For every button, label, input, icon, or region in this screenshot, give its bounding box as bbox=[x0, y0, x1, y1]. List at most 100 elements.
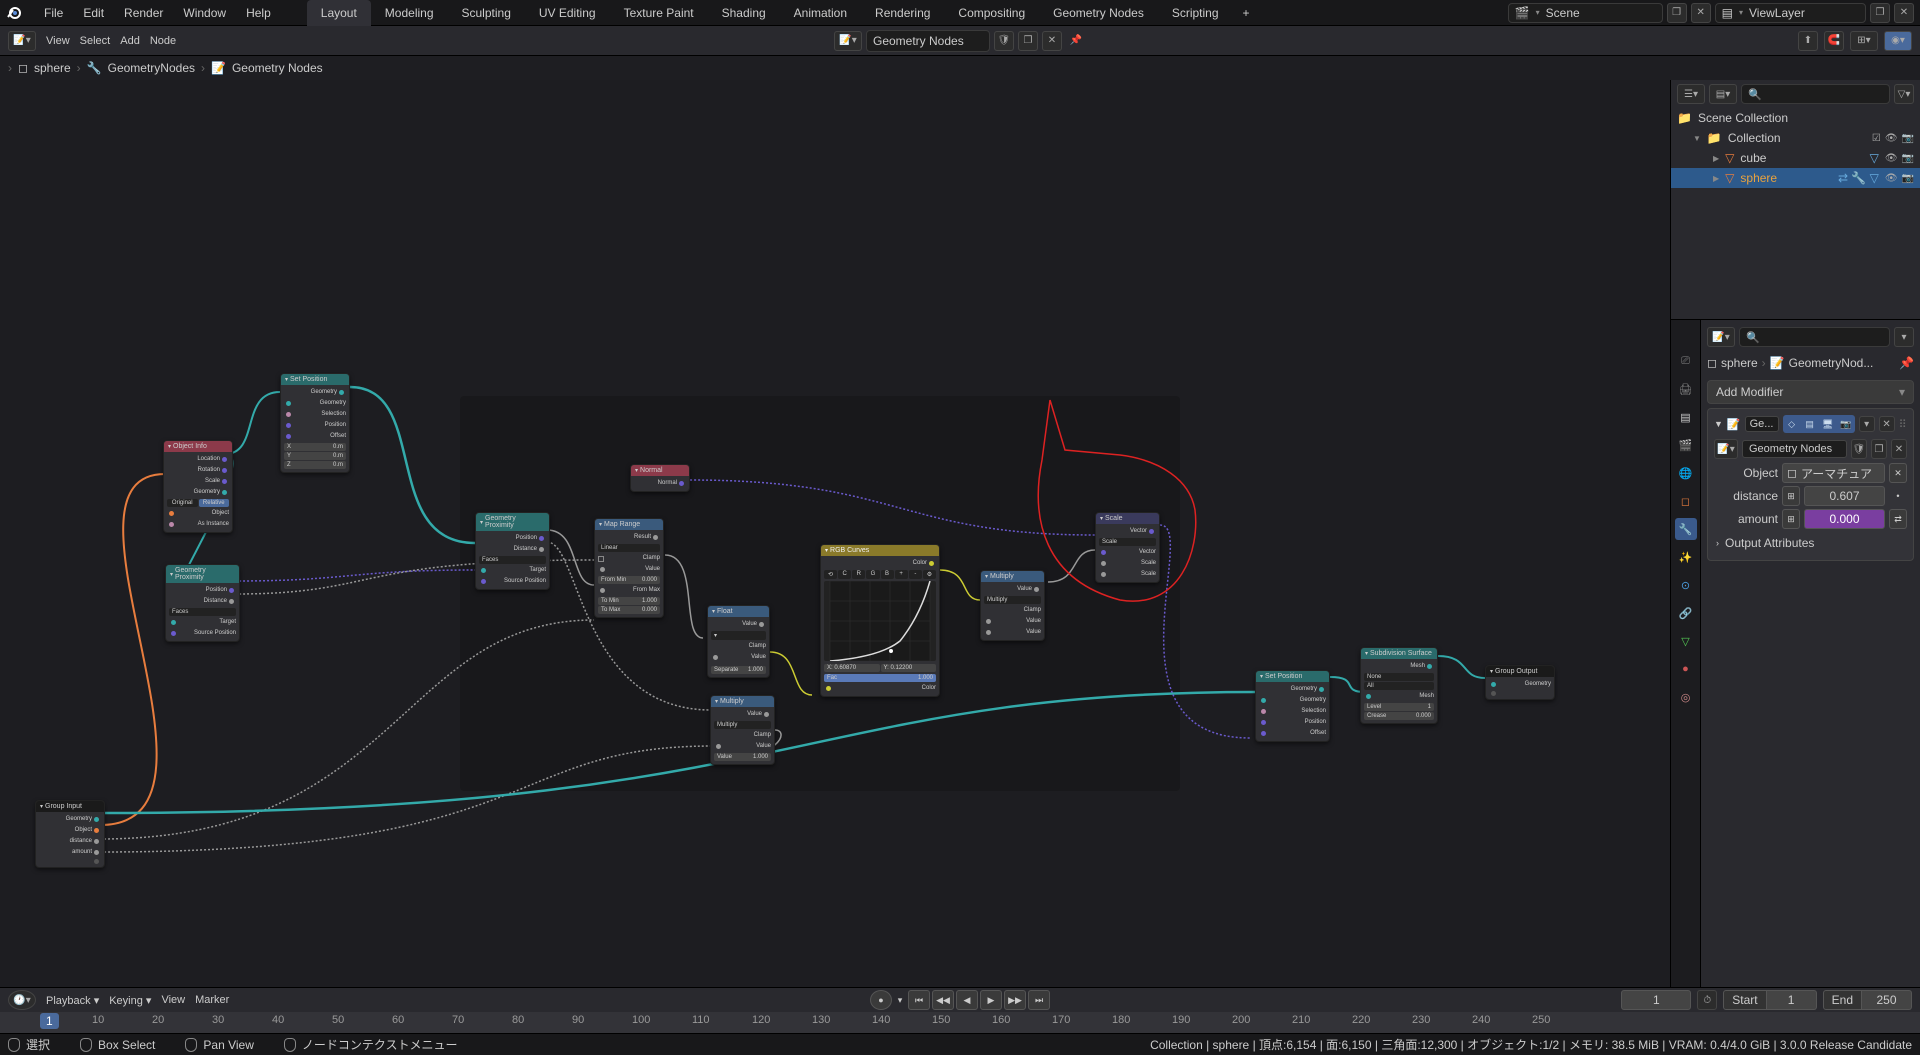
stepper-icon[interactable]: ⊞ bbox=[1782, 486, 1800, 506]
output-attributes-section[interactable]: ›Output Attributes bbox=[1714, 532, 1907, 554]
tab-material[interactable]: ● bbox=[1675, 658, 1697, 680]
node-group-input[interactable]: ▾Group Input Geometry Object distance am… bbox=[35, 800, 105, 868]
scene-selector[interactable]: 🎬▾ bbox=[1508, 3, 1663, 23]
node-tree-field[interactable]: Geometry Nodes bbox=[1742, 440, 1847, 458]
outliner-item-cube[interactable]: ▶ ▽ cube ▽ 👁📷 bbox=[1671, 148, 1920, 168]
breadcrumb-tree[interactable]: Geometry Nodes bbox=[232, 61, 323, 75]
node-subdivision-surface[interactable]: ▾Subdivision Surface Mesh None All Mesh … bbox=[1360, 647, 1438, 724]
outliner-item-sphere[interactable]: ▶ ▽ sphere ⇄ 🔧 ▽ 👁📷 bbox=[1671, 168, 1920, 188]
workspace-tab[interactable]: Shading bbox=[708, 0, 780, 26]
workspace-tab[interactable]: Modeling bbox=[371, 0, 448, 26]
disclosure-triangle-icon[interactable]: ▶ bbox=[1713, 174, 1719, 183]
keying-menu[interactable]: Keying ▾ bbox=[109, 994, 151, 1007]
workspace-tab[interactable]: Compositing bbox=[944, 0, 1039, 26]
node-geometry-proximity[interactable]: ▾Geometry Proximity Position Distance Fa… bbox=[475, 512, 550, 590]
workspace-tab[interactable]: Scripting bbox=[1158, 0, 1233, 26]
node-set-position[interactable]: ▾Set Position Geometry Geometry Selectio… bbox=[1255, 670, 1330, 742]
play-icon[interactable]: ▶ bbox=[980, 990, 1002, 1010]
driver-icon[interactable]: ⇄ bbox=[1889, 509, 1907, 529]
workspace-tab[interactable]: Rendering bbox=[861, 0, 944, 26]
outliner-type-icon[interactable]: ☰▾ bbox=[1677, 84, 1705, 104]
current-frame[interactable]: 1 bbox=[1621, 990, 1691, 1010]
editor-type-selector[interactable]: 📝▾ bbox=[8, 31, 36, 51]
timeline-ruler[interactable]: 1 10203040506070809010011012013014015016… bbox=[0, 1012, 1920, 1033]
amount-value[interactable]: 0.000 bbox=[1804, 509, 1885, 529]
unlink-icon[interactable]: ✕ bbox=[1042, 31, 1062, 51]
end-frame[interactable]: End250 bbox=[1823, 990, 1912, 1010]
menu-render[interactable]: Render bbox=[116, 2, 171, 24]
node-normal[interactable]: ▾Normal Normal bbox=[630, 464, 690, 492]
pin-icon[interactable]: 📌 bbox=[1066, 31, 1086, 51]
tab-view-layer[interactable]: ▤ bbox=[1675, 406, 1697, 428]
snap-options[interactable]: ⊞▾ bbox=[1850, 31, 1878, 51]
menu-file[interactable]: File bbox=[36, 2, 71, 24]
playback-menu[interactable]: Playback ▾ bbox=[46, 994, 99, 1007]
node-group-output[interactable]: ▾Group Output Geometry bbox=[1485, 665, 1555, 700]
node-multiply[interactable]: ▾Multiply Value Multiply Clamp Value Val… bbox=[980, 570, 1045, 641]
stopwatch-icon[interactable]: ⏱ bbox=[1697, 990, 1717, 1010]
view-layer-input[interactable] bbox=[1749, 6, 1859, 20]
node-float[interactable]: ▾Float Value ▾ Clamp Value Separate1.000 bbox=[707, 605, 770, 678]
node-editor[interactable]: ▾Group Input Geometry Object distance am… bbox=[0, 80, 1670, 987]
play-reverse-icon[interactable]: ◀ bbox=[956, 990, 978, 1010]
props-search-input[interactable] bbox=[1760, 331, 1883, 343]
workspace-tab[interactable]: Sculpting bbox=[448, 0, 525, 26]
tab-object[interactable]: ◻ bbox=[1675, 490, 1697, 512]
workspace-tab[interactable]: Texture Paint bbox=[610, 0, 708, 26]
next-key-icon[interactable]: ▶▶ bbox=[1004, 990, 1026, 1010]
delete-scene-icon[interactable]: ✕ bbox=[1691, 3, 1711, 23]
modifier-visibility-toggles[interactable]: ◇ ▤ 🖥 📷 bbox=[1783, 415, 1855, 433]
disclosure-triangle-icon[interactable]: ▼ bbox=[1714, 419, 1723, 429]
view-layer-selector[interactable]: ▤▾ bbox=[1715, 3, 1866, 23]
eye-icon[interactable]: 👁 bbox=[1885, 153, 1898, 164]
modifier-name[interactable]: Ge... bbox=[1745, 416, 1779, 432]
header-select[interactable]: Select bbox=[80, 35, 111, 47]
prev-key-icon[interactable]: ◀◀ bbox=[932, 990, 954, 1010]
timeline-type-icon[interactable]: 🕐▾ bbox=[8, 990, 36, 1010]
delete-layer-icon[interactable]: ✕ bbox=[1894, 3, 1914, 23]
outliner-search[interactable]: 🔍 bbox=[1741, 84, 1890, 104]
camera-icon[interactable]: 📷 bbox=[1902, 153, 1914, 164]
duplicate-icon[interactable]: ❐ bbox=[1871, 439, 1887, 459]
tab-particles[interactable]: ✨ bbox=[1675, 546, 1697, 568]
node-scale[interactable]: ▾Scale Vector Scale Vector Scale Scale bbox=[1095, 512, 1160, 583]
snap-icon[interactable]: 🧲 bbox=[1824, 31, 1844, 51]
camera-icon[interactable]: 📷 bbox=[1902, 133, 1914, 144]
scene-name-input[interactable] bbox=[1546, 6, 1656, 20]
outliner-search-input[interactable] bbox=[1762, 88, 1883, 100]
workspace-tab[interactable]: Layout bbox=[307, 0, 371, 26]
breadcrumb-object[interactable]: sphere bbox=[34, 61, 71, 75]
node-map-range[interactable]: ▾Map Range Result Linear Clamp Value Fro… bbox=[594, 518, 664, 618]
new-layer-icon[interactable]: ❐ bbox=[1870, 3, 1890, 23]
nodetree-selector[interactable]: 📝▾ bbox=[1714, 439, 1738, 459]
auto-key-toggle[interactable]: ● bbox=[870, 990, 892, 1010]
node-tree-name[interactable] bbox=[866, 30, 990, 52]
options-icon[interactable]: ▾ bbox=[1894, 327, 1914, 347]
tab-modifier[interactable]: 🔧 bbox=[1675, 518, 1697, 540]
blender-logo-icon[interactable] bbox=[0, 0, 28, 26]
workspace-tab[interactable]: UV Editing bbox=[525, 0, 610, 26]
node-multiply[interactable]: ▾Multiply Value Multiply Clamp Value Val… bbox=[710, 695, 775, 765]
props-type-icon[interactable]: 📝▾ bbox=[1707, 327, 1735, 347]
duplicate-icon[interactable]: ❐ bbox=[1018, 31, 1038, 51]
marker-menu[interactable]: Marker bbox=[195, 994, 229, 1006]
disclosure-triangle-icon[interactable]: ▼ bbox=[1693, 134, 1701, 143]
tab-scene[interactable]: 🎬 bbox=[1675, 434, 1697, 456]
header-view[interactable]: View bbox=[46, 35, 70, 47]
node-object-info[interactable]: ▾Object Info Location Rotation Scale Geo… bbox=[163, 440, 233, 533]
tab-world[interactable]: 🌐 bbox=[1675, 462, 1697, 484]
playhead[interactable]: 1 bbox=[40, 1013, 59, 1029]
view-menu[interactable]: View bbox=[161, 994, 185, 1006]
keyframe-dot-icon[interactable]: • bbox=[1889, 486, 1907, 506]
menu-window[interactable]: Window bbox=[175, 2, 234, 24]
dropdown-icon[interactable]: ▾ bbox=[1859, 416, 1875, 432]
collection-row[interactable]: ▼ 📁 Collection ☑👁📷 bbox=[1671, 128, 1920, 148]
add-workspace-icon[interactable]: + bbox=[1233, 0, 1260, 26]
workspace-tab[interactable]: Animation bbox=[780, 0, 861, 26]
filter-icon[interactable]: ▽▾ bbox=[1894, 84, 1914, 104]
display-mode-icon[interactable]: ▤▾ bbox=[1709, 84, 1737, 104]
tab-constraints[interactable]: 🔗 bbox=[1675, 602, 1697, 624]
menu-help[interactable]: Help bbox=[238, 2, 279, 24]
clear-icon[interactable]: ✕ bbox=[1889, 463, 1907, 483]
start-frame[interactable]: Start1 bbox=[1723, 990, 1816, 1010]
